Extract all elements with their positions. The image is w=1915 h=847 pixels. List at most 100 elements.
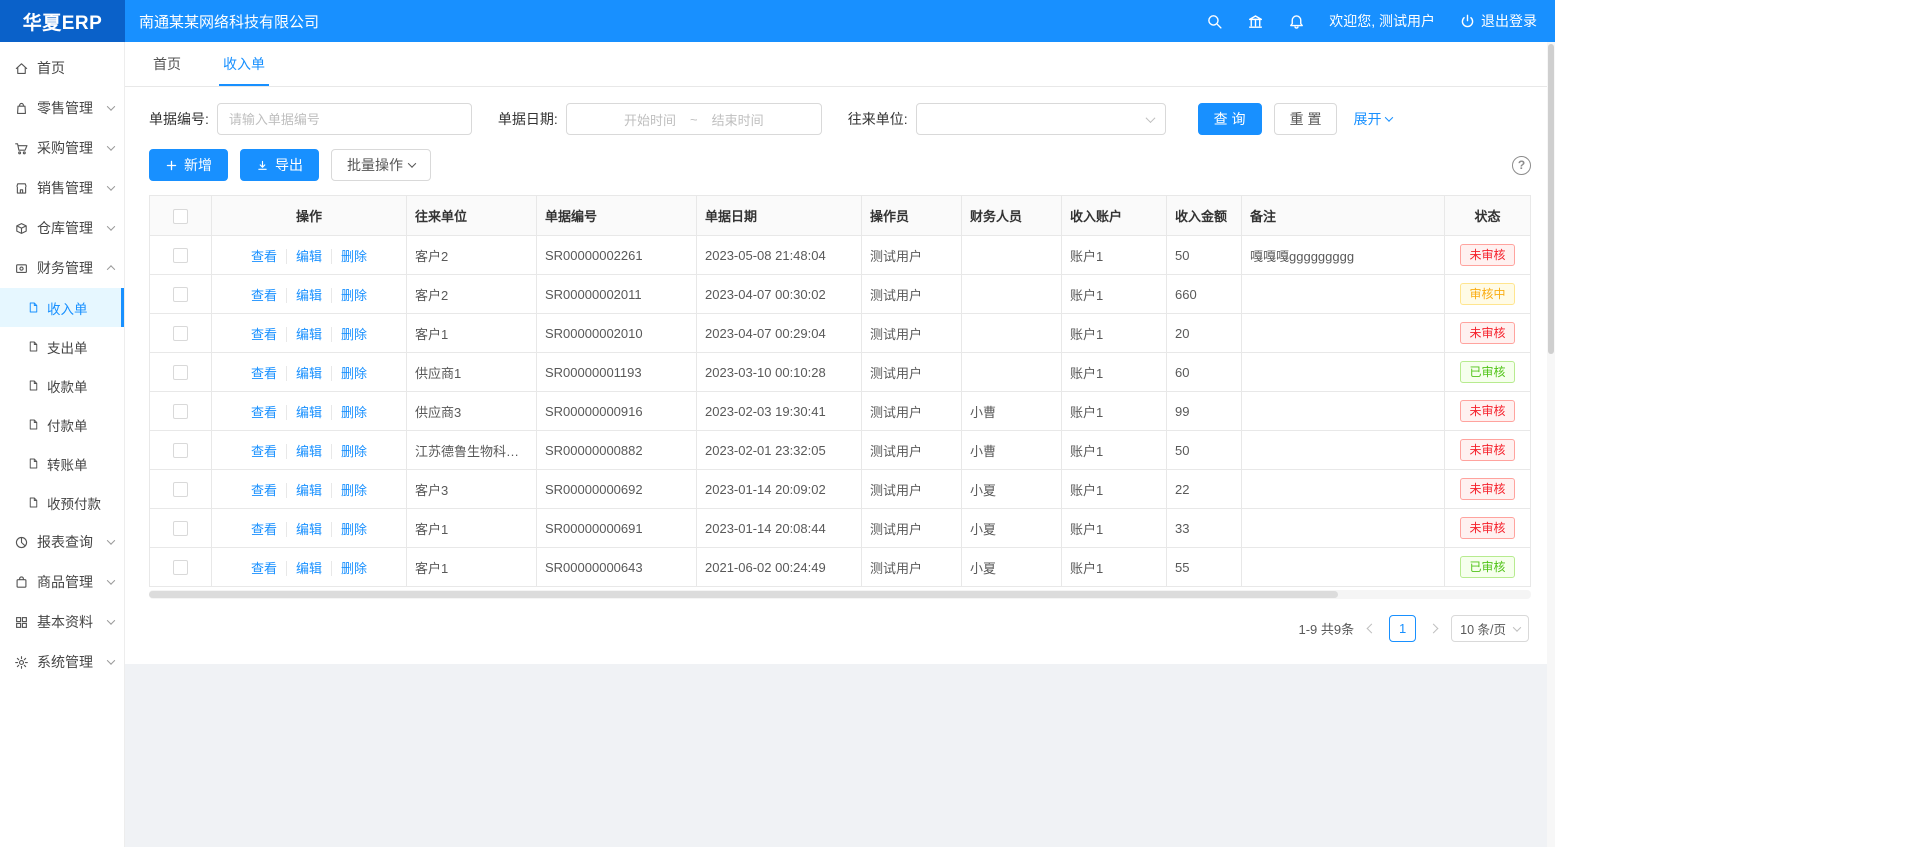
edit-link[interactable]: 编辑 <box>286 327 322 342</box>
delete-link[interactable]: 删除 <box>331 327 367 342</box>
row-checkbox[interactable] <box>173 560 188 575</box>
view-link[interactable]: 查看 <box>251 327 277 342</box>
sidebar-item-reports[interactable]: 报表查询 <box>0 522 124 562</box>
edit-link[interactable]: 编辑 <box>286 366 322 381</box>
sidebar-item-purchase[interactable]: 采购管理 <box>0 128 124 168</box>
sidebar-item-products[interactable]: 商品管理 <box>0 562 124 602</box>
row-checkbox[interactable] <box>173 248 188 263</box>
pie-chart-icon <box>14 535 29 550</box>
reset-button[interactable]: 重 置 <box>1274 103 1338 135</box>
select-all-checkbox[interactable] <box>173 209 188 224</box>
package-icon <box>14 575 29 590</box>
view-link[interactable]: 查看 <box>251 444 277 459</box>
sidebar-subitem-receipt[interactable]: 收款单 <box>0 366 124 405</box>
operator-cell: 测试用户 <box>862 548 962 587</box>
sidebar-subitem-transfer[interactable]: 转账单 <box>0 444 124 483</box>
logout-icon <box>1459 13 1476 30</box>
tab-home[interactable]: 首页 <box>149 42 185 86</box>
bell-icon[interactable] <box>1288 13 1305 30</box>
edit-link[interactable]: 编辑 <box>286 288 322 303</box>
row-checkbox[interactable] <box>173 287 188 302</box>
horizontal-scrollbar-thumb[interactable] <box>149 591 1338 598</box>
partner-cell: 江苏德鲁生物科技有限... <box>407 431 537 470</box>
sidebar-item-warehouse[interactable]: 仓库管理 <box>0 208 124 248</box>
view-link[interactable]: 查看 <box>251 249 277 264</box>
row-checkbox[interactable] <box>173 365 188 380</box>
sidebar-item-basic-data[interactable]: 基本资料 <box>0 602 124 642</box>
row-checkbox[interactable] <box>173 443 188 458</box>
delete-link[interactable]: 删除 <box>331 561 367 576</box>
sidebar-subitem-prepayment[interactable]: 收预付款 <box>0 483 124 522</box>
operation-cell: 查看编辑删除 <box>212 275 407 314</box>
prev-page-button[interactable] <box>1364 625 1379 632</box>
row-checkbox[interactable] <box>173 521 188 536</box>
batch-actions-label: 批量操作 <box>347 155 403 175</box>
view-link[interactable]: 查看 <box>251 288 277 303</box>
edit-link[interactable]: 编辑 <box>286 522 322 537</box>
help-icon[interactable] <box>1512 156 1531 175</box>
sidebar-subitem-payment[interactable]: 付款单 <box>0 405 124 444</box>
edit-link[interactable]: 编辑 <box>286 405 322 420</box>
operator-cell: 测试用户 <box>862 470 962 509</box>
date-range-picker[interactable]: 开始时间 ~ 结束时间 <box>566 103 822 135</box>
sidebar-item-finance[interactable]: 财务管理 <box>0 248 124 288</box>
date-end-placeholder: 结束时间 <box>712 110 764 129</box>
edit-link[interactable]: 编辑 <box>286 444 322 459</box>
account-cell: 账户1 <box>1062 275 1167 314</box>
batch-actions-button[interactable]: 批量操作 <box>331 149 431 181</box>
row-checkbox[interactable] <box>173 482 188 497</box>
document-icon <box>27 457 40 470</box>
next-page-button[interactable] <box>1426 625 1441 632</box>
view-link[interactable]: 查看 <box>251 561 277 576</box>
row-checkbox[interactable] <box>173 326 188 341</box>
doc-number-input[interactable] <box>217 103 472 135</box>
app-window: 华夏ERP 南通某某网络科技有限公司 欢迎您, 测试用户 退出登录 <box>0 0 1555 847</box>
sidebar-item-system[interactable]: 系统管理 <box>0 642 124 682</box>
edit-link[interactable]: 编辑 <box>286 249 322 264</box>
view-link[interactable]: 查看 <box>251 405 277 420</box>
expand-toggle[interactable]: 展开 <box>1353 109 1392 129</box>
page-size-select[interactable]: 10 条/页 <box>1451 615 1529 642</box>
partner-select[interactable] <box>916 103 1166 135</box>
view-link[interactable]: 查看 <box>251 483 277 498</box>
search-button[interactable]: 查 询 <box>1198 103 1262 135</box>
account-cell: 账户1 <box>1062 431 1167 470</box>
horizontal-scrollbar[interactable] <box>149 590 1531 599</box>
chevron-down-icon <box>108 619 114 625</box>
row-checkbox[interactable] <box>173 404 188 419</box>
delete-link[interactable]: 删除 <box>331 444 367 459</box>
partner-cell: 供应商3 <box>407 392 537 431</box>
sidebar: 首页 零售管理 采购管理 销售管理 仓库管理 <box>0 42 125 847</box>
delete-link[interactable]: 删除 <box>331 405 367 420</box>
view-link[interactable]: 查看 <box>251 522 277 537</box>
delete-link[interactable]: 删除 <box>331 366 367 381</box>
tab-income[interactable]: 收入单 <box>219 42 269 86</box>
add-button[interactable]: 新增 <box>149 149 228 181</box>
sidebar-subitem-label: 转账单 <box>47 454 88 474</box>
welcome-user[interactable]: 欢迎您, 测试用户 <box>1329 11 1435 31</box>
search-icon[interactable] <box>1206 13 1223 30</box>
view-link[interactable]: 查看 <box>251 366 277 381</box>
sidebar-item-sales[interactable]: 销售管理 <box>0 168 124 208</box>
vertical-scrollbar[interactable] <box>1547 42 1555 847</box>
delete-link[interactable]: 删除 <box>331 522 367 537</box>
bank-icon[interactable] <box>1247 13 1264 30</box>
sidebar-item-retail[interactable]: 零售管理 <box>0 88 124 128</box>
vertical-scrollbar-thumb[interactable] <box>1548 44 1554 354</box>
sidebar-item-home[interactable]: 首页 <box>0 48 124 88</box>
status-badge: 未审核 <box>1460 244 1514 266</box>
logout-label: 退出登录 <box>1481 11 1537 31</box>
sidebar-subitem-expense[interactable]: 支出单 <box>0 327 124 366</box>
edit-link[interactable]: 编辑 <box>286 483 322 498</box>
col-header-partner: 往来单位 <box>407 196 537 236</box>
edit-link[interactable]: 编辑 <box>286 561 322 576</box>
delete-link[interactable]: 删除 <box>331 249 367 264</box>
plus-icon <box>165 159 178 172</box>
delete-link[interactable]: 删除 <box>331 288 367 303</box>
delete-link[interactable]: 删除 <box>331 483 367 498</box>
sidebar-subitem-income[interactable]: 收入单 <box>0 288 124 327</box>
logout-button[interactable]: 退出登录 <box>1459 11 1537 31</box>
export-button[interactable]: 导出 <box>240 149 319 181</box>
page-number-button[interactable]: 1 <box>1389 615 1416 642</box>
number-cell: SR00000002010 <box>537 314 697 353</box>
